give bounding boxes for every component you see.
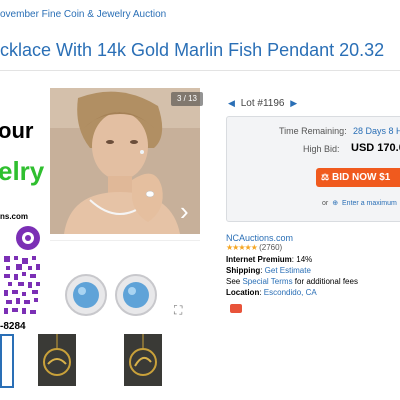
premium-value: : 14% [291,255,313,264]
main-product-image[interactable] [50,88,200,234]
enter-max-link[interactable]: Enter a maximum [342,200,397,207]
promo-text-4: -8284 [0,321,26,332]
seller-name[interactable]: NCAuctions.com [226,233,293,243]
flag-icon[interactable] [230,304,242,313]
lot-number: Lot #1196 [240,98,285,109]
image-counter: 3 / 13 [171,92,203,106]
pendant-thumb-image [124,334,162,386]
prev-lot-icon[interactable]: ◀ [228,98,235,108]
promo-text-1: our [0,118,34,143]
location-label: Location [226,288,260,297]
thumbnail-2[interactable] [38,334,76,386]
promo-logo-icon [16,226,40,250]
divider [0,70,400,71]
thumbnail-selected[interactable] [0,334,14,388]
internet-premium-row: Internet Premium: 14% [226,255,312,264]
page-title: cklace With 14k Gold Marlin Fish Pendant… [0,40,385,60]
terms-prefix: See [226,277,243,286]
high-bid-label: High Bid: [303,144,340,154]
promo-text-2: elry [0,156,45,186]
terms-suffix: for additional fees [292,277,358,286]
model-photo [50,88,200,234]
time-remaining-label: Time Remaining: [279,126,347,136]
rating-stars: ★★★★★ [226,243,258,252]
breadcrumb[interactable]: ovember Fine Coin & Jewelry Auction [0,9,166,20]
next-lot-icon[interactable]: ▶ [290,98,297,108]
bid-now-label: BID NOW $1 [332,172,391,183]
shipping-label: Shipping [226,266,261,275]
expand-icon[interactable]: ⛶ [174,303,182,318]
get-estimate-link[interactable]: Get Estimate [265,266,311,275]
max-bid-row: or ⊕ Enter a maximum [322,199,397,207]
next-image-icon[interactable]: › [180,196,189,227]
special-terms-link[interactable]: Special Terms [242,277,292,286]
location-value[interactable]: Escondido, CA [264,288,317,297]
gavel-icon: ⚖ [321,172,330,182]
rating-count: (2760) [259,243,283,252]
plus-icon: ⊕ [332,200,339,207]
promo-text-3: ns.com [0,212,29,221]
lot-navigation: ◀ Lot #1196 ▶ [228,98,297,109]
terms-row: See Special Terms for additional fees [226,277,358,286]
thumbnail-3[interactable] [124,334,162,386]
bid-now-button[interactable]: ⚖ BID NOW $1 [316,168,400,187]
qr-code-icon [2,254,42,318]
shipping-row: Shipping: Get Estimate [226,266,311,275]
high-bid-value: USD 170.0 [351,142,400,154]
or-text: or [322,200,329,207]
promo-banner[interactable]: our elry ns.com -8284 [0,88,48,334]
time-remaining-value: 28 Days 8 H [353,126,400,136]
location-row: Location: Escondido, CA [226,288,317,297]
seller-rating[interactable]: ★★★★★ (2760) [226,243,282,252]
pendant-thumb-image [38,334,76,386]
premium-label: Internet Premium [226,255,292,264]
